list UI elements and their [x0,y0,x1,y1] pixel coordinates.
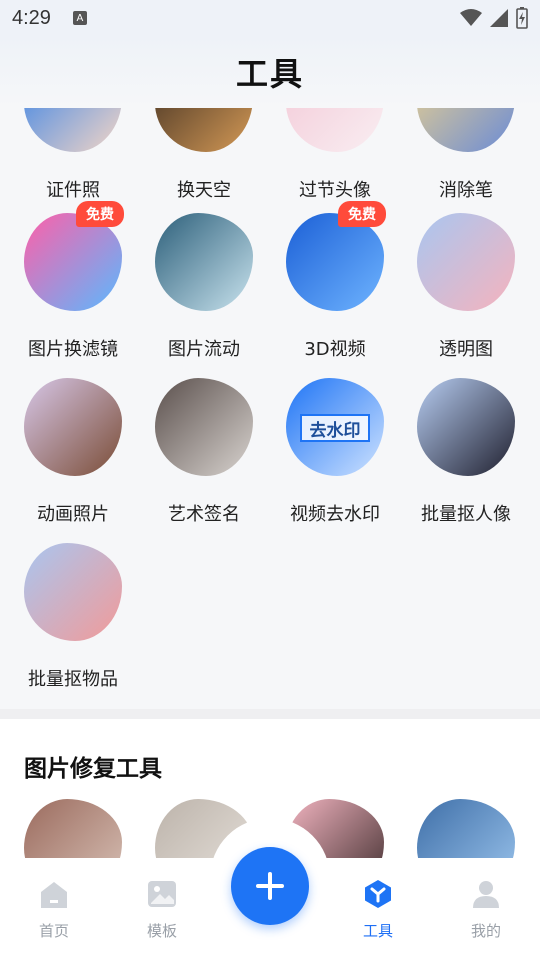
tool-item[interactable]: 免费 3D视频 [270,201,400,378]
tool-label: 换天空 [177,180,231,201]
sky-replace-icon [155,108,253,152]
tool-row: 动画照片 艺术签名 去水印 视频去水印 批量抠人像 [0,378,540,543]
tool-label: 视频去水印 [290,504,380,525]
remove-watermark-icon: 去水印 [286,378,384,476]
id-photo-icon [24,108,122,152]
tool-label: 过节头像 [299,180,371,201]
batch-object-icon [24,543,122,641]
tool-label: 图片换滤镜 [28,339,118,360]
create-button[interactable] [231,847,309,925]
status-time: 4:29 [12,6,51,29]
filter-icon [24,213,122,311]
tool-label: 图片流动 [168,339,240,360]
battery-icon [516,7,528,29]
tool-label: 批量抠人像 [421,504,511,525]
repair-section-title: 图片修复工具 [24,756,162,782]
tool-item[interactable]: 批量抠物品 [8,543,138,708]
status-bar: 4:29 A [0,0,540,36]
watermark-text: 去水印 [300,414,370,442]
profile-icon [473,881,499,908]
waterfall-icon [155,213,253,311]
tab-tools[interactable]: 工具 [324,858,432,960]
tool-item[interactable]: 艺术签名 [139,378,269,543]
tool-item[interactable]: 消除笔 [401,108,531,219]
tool-row: 免费 图片换滤镜 图片流动 免费 3D视频 透明图 [0,201,540,378]
tab-tools-label: 工具 [362,922,393,940]
art-signature-icon [155,378,253,476]
cartoon-photo-icon [24,378,122,476]
repair-scene-icon[interactable] [417,799,515,858]
tool-label: 消除笔 [439,180,493,201]
signal-icon [490,9,508,27]
wifi-icon [460,9,482,26]
tool-item[interactable]: 动画照片 [8,378,138,543]
tool-item[interactable]: 透明图 [401,213,531,378]
home-icon [41,882,67,908]
tools-icon [365,880,391,908]
tool-label: 艺术签名 [168,504,240,525]
tool-label: 批量抠物品 [28,669,118,690]
free-badge: 免费 [338,201,386,227]
notification-badge-icon: A [72,11,87,25]
tool-label: 透明图 [439,339,493,360]
section-divider [0,709,540,719]
batch-portrait-icon [417,378,515,476]
3d-video-icon [286,213,384,311]
transparent-icon [417,213,515,311]
tab-home[interactable]: 首页 [0,858,108,960]
holiday-avatar-icon [286,108,384,152]
tool-item[interactable]: 去水印 视频去水印 [270,378,400,543]
eraser-pen-icon [417,108,515,152]
tool-item[interactable]: 批量抠人像 [401,378,531,543]
tool-item[interactable]: 免费图片换滤镜 [8,201,138,378]
tools-scroll-area[interactable]: 证件照 换天空 过节头像 消除笔 免费 图片换滤镜 图片流动 免费 3D视频 透明图 动画照片 艺术签… [0,108,540,858]
free-badge: 免费 [76,201,124,227]
tab-template-label: 模板 [146,922,177,940]
tool-label: 动画照片 [37,504,109,525]
tool-item[interactable]: 换天空 [139,108,269,219]
page-header: 工具 [0,36,540,108]
tab-profile[interactable]: 我的 [432,858,540,960]
tool-label: 证件照 [46,180,100,201]
tool-label: 3D视频 [304,339,366,360]
page-title: 工具 [235,55,304,93]
status-icons [460,7,528,29]
tool-item[interactable]: 图片流动 [139,213,269,378]
repair-portrait-1-icon[interactable] [24,799,122,858]
tab-home-label: 首页 [38,922,69,940]
tab-profile-label: 我的 [470,922,501,940]
template-icon [148,881,176,907]
plus-icon [256,872,284,900]
tool-row: 批量抠物品 [0,543,540,708]
tab-template[interactable]: 模板 [108,858,216,960]
